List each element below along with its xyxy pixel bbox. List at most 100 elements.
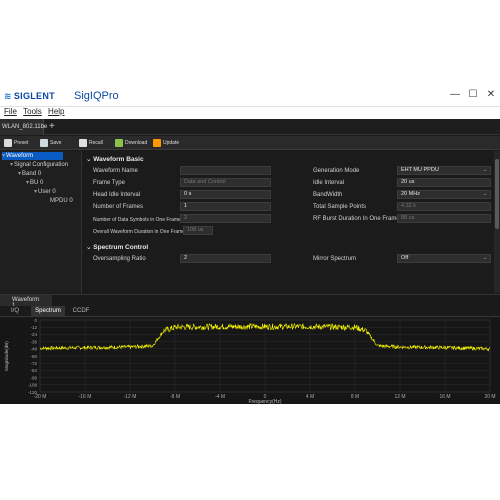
properties-panel: ⌄ Waveform Basic Waveform Name Frame Typ… [83, 151, 493, 293]
expand-arrow-icon[interactable]: ▾ [10, 162, 13, 168]
tree-item-user[interactable]: ▾User 0 [34, 188, 56, 196]
label-bandwidth: BandWidth [313, 192, 343, 198]
waveform-name-input[interactable] [180, 166, 271, 175]
brand-name: SIGLENT [13, 91, 55, 101]
save-icon [40, 139, 48, 147]
document-tabs: WLAN_802.11be + [0, 119, 500, 135]
expand-arrow-icon[interactable]: ▾ [18, 171, 21, 177]
config-tree: ▾Waveform ▾Signal Configuration ▾Band 0 … [0, 151, 82, 293]
waveform-basic-header[interactable]: ⌄ Waveform Basic [86, 155, 144, 163]
label-head-idle-interval: Head Idle Interval [93, 192, 141, 198]
properties-scrollbar[interactable] [494, 151, 500, 293]
x-tick-label: 12 M [394, 394, 405, 400]
toolbar: Preset Save Recall Download Update [0, 136, 500, 150]
chevron-down-icon: ⌄ [482, 191, 487, 197]
x-axis-label: Frequency(Hz) [248, 399, 281, 404]
x-tick-label: 8 M [351, 394, 359, 400]
menu-file[interactable]: File [4, 107, 17, 116]
scrollbar-thumb[interactable] [495, 159, 499, 229]
expand-arrow-icon[interactable]: ▾ [34, 189, 37, 195]
section-title: Spectrum Control [93, 244, 149, 251]
label-rf-burst-duration: RF Burst Duration In One Frame [313, 216, 400, 222]
bandwidth-value: 20 MHz [401, 191, 420, 197]
y-tick-label: -24 [30, 332, 37, 337]
waveform-tab-bar: Waveform 1 [0, 294, 500, 309]
tab-spectrum[interactable]: Spectrum [31, 306, 65, 317]
menu-bar: File Tools Help [0, 107, 500, 119]
label-overall-duration: Overall Waveform Duration in One Frame [93, 229, 186, 235]
number-of-frames-input[interactable]: 1 [180, 202, 271, 211]
x-tick-label: -12 M [124, 394, 137, 400]
label-idle-interval: Idle Interval [313, 180, 345, 186]
tree-item-signal-configuration[interactable]: ▾Signal Configuration [10, 161, 68, 169]
menu-help[interactable]: Help [48, 107, 64, 116]
update-button[interactable]: Update [153, 138, 179, 148]
add-tab-button[interactable]: + [49, 121, 55, 132]
download-label: Download [125, 140, 148, 146]
mirror-spectrum-select[interactable]: Off ⌄ [397, 254, 491, 263]
frame-type-field: Data and Control [180, 178, 271, 187]
x-tick-label: 20 M [484, 394, 495, 400]
tab-ccdf[interactable]: CCDF [69, 306, 93, 317]
brand-wave-icon: ≋ [4, 91, 12, 101]
label-waveform-name: Waveform Name [93, 168, 138, 174]
tree-label: MPDU 0 [50, 198, 73, 204]
menu-tools[interactable]: Tools [23, 107, 42, 116]
app-name: SigIQPro [74, 90, 119, 102]
update-label: Update [163, 140, 180, 146]
oversampling-ratio-input[interactable]: 2 [180, 254, 271, 263]
bandwidth-select[interactable]: 20 MHz ⌄ [397, 190, 491, 199]
chevron-down-icon: ⌄ [482, 167, 487, 173]
recall-icon [79, 139, 87, 147]
brand-logo: ≋ SIGLENT [4, 91, 55, 102]
x-tick-label: -20 M [34, 394, 47, 400]
head-idle-interval-input[interactable]: 0 s [180, 190, 271, 199]
close-button[interactable]: ✕ [484, 89, 498, 100]
label-generation-mode: Generation Mode [313, 168, 360, 174]
preset-button[interactable]: Preset [4, 138, 28, 148]
tree-item-waveform[interactable]: ▾Waveform [2, 152, 64, 160]
tree-label: Waveform [6, 153, 34, 159]
download-icon [115, 139, 123, 147]
recall-button[interactable]: Recall [79, 138, 103, 148]
spectrum-control-header[interactable]: ⌄ Spectrum Control [86, 243, 148, 251]
tab-wlan[interactable]: WLAN_802.11be [0, 119, 47, 135]
y-tick-label: -120 [28, 390, 38, 395]
spectrum-chart: -20 M -16 M -12 M -8 M -4 M 0 4 M 8 M 12 M 16 M 20… [4, 318, 496, 404]
overall-duration-field: 108 us [183, 226, 213, 235]
tree-item-band[interactable]: ▾Band 0 [18, 170, 41, 178]
spectrum-plot: -20 M -16 M -12 M -8 M -4 M 0 4 M 8 M 12 M 16 M 20… [0, 318, 500, 404]
mirror-spectrum-value: Off [401, 255, 409, 261]
main-area: WLAN_802.11be + Preset Save Recall Downl… [0, 119, 500, 404]
y-tick-label: -12 [30, 325, 37, 330]
x-tick-label: -4 M [215, 394, 225, 400]
tree-label: Band 0 [22, 171, 42, 177]
tab-waveform-1[interactable]: Waveform 1 [0, 295, 52, 309]
tree-label: BU 0 [30, 180, 44, 186]
chevron-down-icon: ⌄ [482, 255, 487, 261]
x-tick-label: -16 M [79, 394, 92, 400]
label-mirror-spectrum: Mirror Spectrum [313, 256, 357, 262]
tree-label: Signal Configuration [14, 162, 69, 168]
generation-mode-value: EHT MU PPDU [401, 167, 439, 173]
tab-iq[interactable]: I/Q [4, 306, 26, 317]
y-tick-label: -108 [28, 383, 38, 388]
view-tabs: I/Q Spectrum CCDF [0, 306, 500, 317]
maximize-button[interactable]: ☐ [466, 89, 480, 100]
rf-burst-duration-field: 88 us [397, 214, 491, 223]
tree-item-mpdu[interactable]: MPDU 0 [50, 197, 73, 205]
minimize-button[interactable]: — [448, 89, 462, 100]
x-tick-label: 4 M [306, 394, 314, 400]
update-icon [153, 139, 161, 147]
tree-item-bu[interactable]: ▾BU 0 [26, 179, 43, 187]
expand-arrow-icon[interactable]: ▾ [26, 180, 29, 186]
label-oversampling-ratio: Oversampling Ratio [93, 256, 146, 262]
generation-mode-select[interactable]: EHT MU PPDU ⌄ [397, 166, 491, 175]
expand-arrow-icon[interactable]: ▾ [2, 153, 5, 159]
label-number-of-frames: Number of Frames [93, 204, 144, 210]
download-button[interactable]: Download [115, 138, 147, 148]
save-button[interactable]: Save [40, 138, 61, 148]
y-tick-label: -48 [30, 347, 37, 352]
idle-interval-input[interactable]: 20 us [397, 178, 491, 187]
x-tick-label: -8 M [170, 394, 180, 400]
